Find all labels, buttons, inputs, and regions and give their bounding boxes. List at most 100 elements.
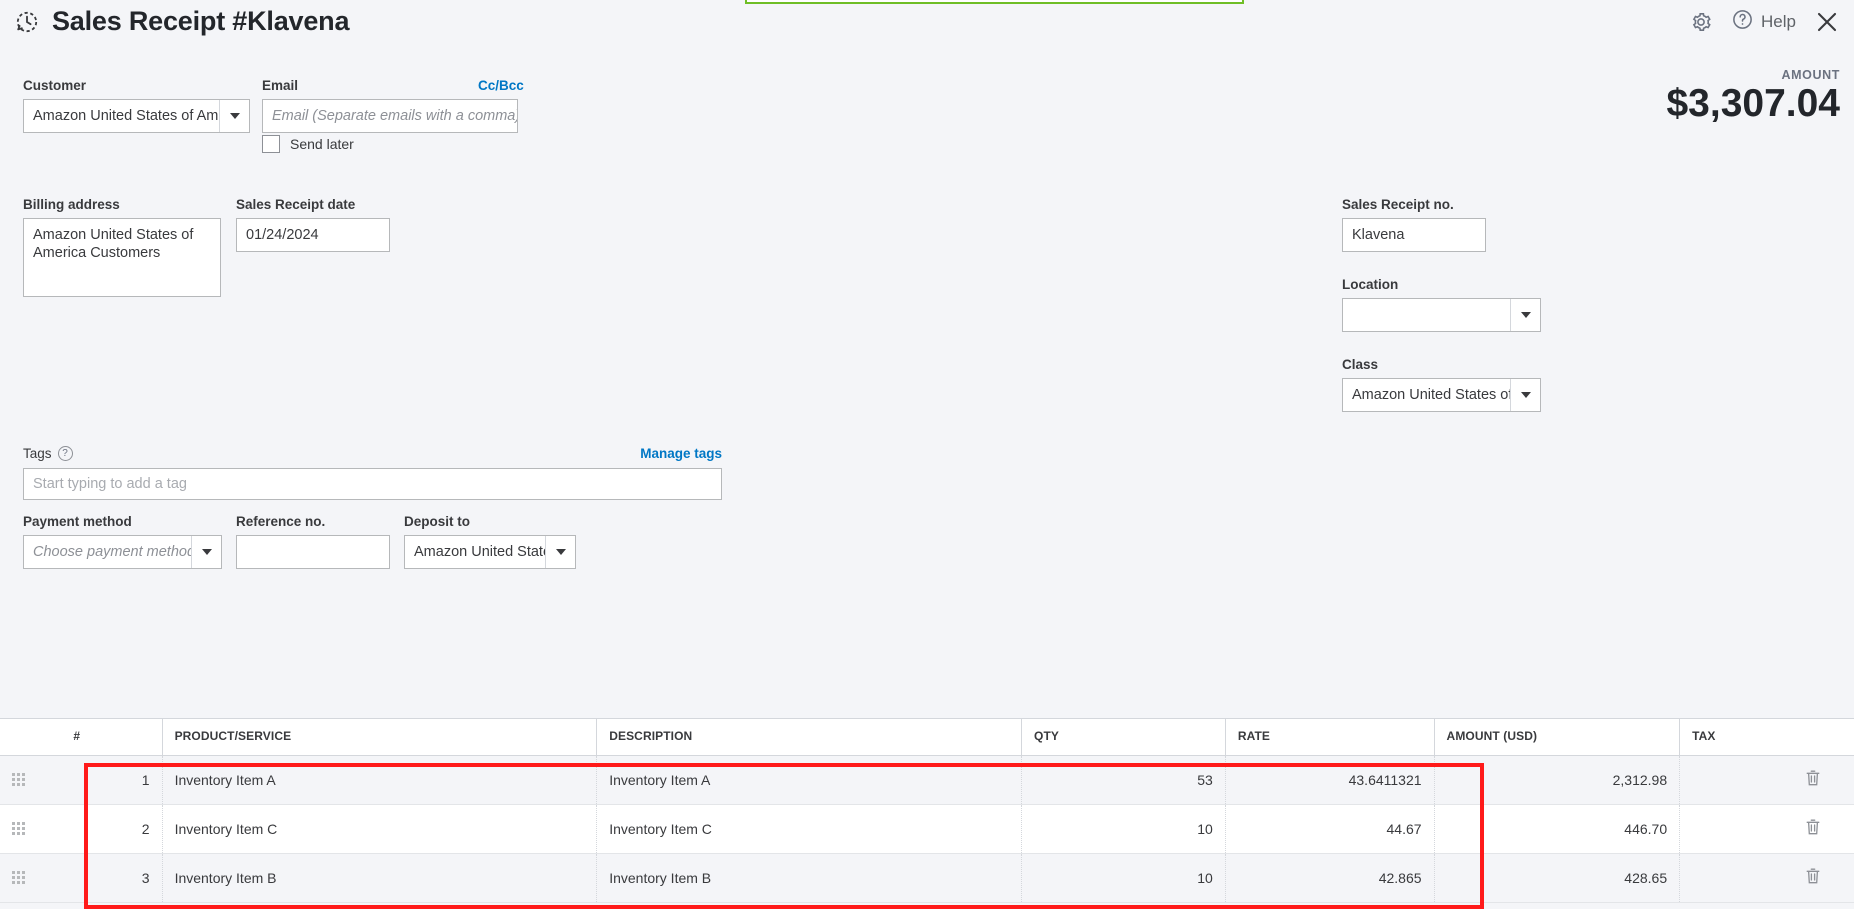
chevron-down-icon[interactable] (545, 536, 575, 568)
cell-amount[interactable]: 446.70 (1434, 804, 1681, 854)
sales-receipt-page: Sales Receipt #Klavena Help AMOUNT $3,30… (0, 0, 1854, 909)
line-items-table: # PRODUCT/SERVICE DESCRIPTION QTY RATE A… (0, 718, 1854, 903)
col-amount: AMOUNT (USD) (1433, 719, 1680, 756)
chevron-down-icon[interactable] (1510, 299, 1540, 331)
cell-num: 3 (61, 853, 163, 903)
payment-method-select[interactable]: Choose payment method (23, 535, 222, 569)
question-mark-icon[interactable]: ? (57, 446, 73, 461)
send-later-row: Send later (262, 135, 354, 153)
drag-handle-icon[interactable] (12, 773, 25, 786)
chevron-down-icon[interactable] (219, 100, 249, 132)
manage-tags-link[interactable]: Manage tags (640, 446, 722, 461)
tags-label-group: Tags ? (23, 446, 73, 461)
page-title: Sales Receipt #Klavena (52, 6, 350, 36)
cell-num: 1 (61, 755, 163, 805)
tags-header: Tags ? Manage tags (23, 446, 722, 461)
tags-label: Tags (23, 446, 52, 461)
send-later-label: Send later (290, 136, 354, 152)
trash-icon[interactable] (1805, 867, 1821, 888)
cell-tax[interactable] (1679, 804, 1773, 854)
reference-no-field: Reference no. (236, 514, 390, 569)
cell-num: 2 (61, 804, 163, 854)
cell-rate[interactable]: 44.67 (1225, 804, 1435, 854)
table-row[interactable]: 1 Inventory Item A Inventory Item A 53 43.64… (0, 755, 1854, 805)
table-row[interactable]: 3 Inventory Item B Inventory Item B 10 42.86… (0, 853, 1854, 903)
cell-description[interactable]: Inventory Item C (596, 804, 1023, 854)
receipt-form: Customer Amazon United States of America… (0, 56, 1854, 718)
recurring-clock-icon (14, 9, 40, 35)
location-label: Location (1342, 277, 1399, 292)
row-delete-cell[interactable] (1772, 755, 1854, 805)
row-drag-cell[interactable] (0, 853, 62, 903)
billing-address-field: Billing address Amazon United States of … (23, 197, 221, 297)
cell-rate[interactable]: 42.865 (1225, 853, 1435, 903)
col-product: PRODUCT/SERVICE (161, 719, 597, 756)
receipt-no-input[interactable]: Klavena (1342, 218, 1486, 252)
table-row[interactable]: 2 Inventory Item C Inventory Item C 10 44.67… (0, 804, 1854, 854)
trash-icon[interactable] (1805, 769, 1821, 790)
row-delete-cell[interactable] (1772, 804, 1854, 854)
cell-description[interactable]: Inventory Item B (596, 853, 1023, 903)
class-value: Amazon United States of Am (1352, 387, 1510, 403)
drag-handle-icon[interactable] (12, 871, 25, 884)
location-select[interactable] (1342, 298, 1541, 332)
cell-qty[interactable]: 10 (1021, 804, 1226, 854)
cell-product[interactable]: Inventory Item B (162, 853, 598, 903)
receipt-date-label: Sales Receipt date (236, 197, 356, 212)
email-input[interactable]: Email (Separate emails with a comma) (262, 99, 518, 133)
customer-select[interactable]: Amazon United States of America (23, 99, 250, 133)
customer-field: Customer Amazon United States of America (23, 78, 250, 133)
send-later-checkbox[interactable] (262, 135, 280, 153)
receipt-date-input[interactable]: 01/24/2024 (236, 218, 390, 252)
cell-amount[interactable]: 428.65 (1434, 853, 1681, 903)
cell-product[interactable]: Inventory Item A (162, 755, 598, 805)
deposit-to-select[interactable]: Amazon United States o (404, 535, 576, 569)
class-select[interactable]: Amazon United States of Am (1342, 378, 1541, 412)
deposit-to-label: Deposit to (404, 514, 470, 529)
cell-tax[interactable] (1679, 853, 1773, 903)
cell-amount[interactable]: 2,312.98 (1434, 755, 1681, 805)
col-num: # (61, 719, 163, 756)
location-value (1343, 299, 1510, 331)
table-header-row: # PRODUCT/SERVICE DESCRIPTION QTY RATE A… (0, 719, 1854, 756)
col-handle (0, 719, 62, 756)
cell-product[interactable]: Inventory Item C (162, 804, 598, 854)
tags-input[interactable]: Start typing to add a tag (23, 468, 722, 500)
row-drag-cell[interactable] (0, 755, 62, 805)
header-actions: Help (1689, 8, 1840, 36)
gear-icon[interactable] (1689, 10, 1713, 34)
billing-address-input[interactable]: Amazon United States of America Customer… (23, 218, 221, 297)
col-rate: RATE (1224, 719, 1435, 756)
help-label: Help (1761, 12, 1796, 31)
page-header: Sales Receipt #Klavena Help (0, 0, 1854, 56)
drag-handle-icon[interactable] (12, 822, 25, 835)
customer-value: Amazon United States of America (33, 108, 219, 124)
reference-no-label: Reference no. (236, 514, 326, 529)
payment-method-value: Choose payment method (33, 544, 191, 560)
class-label: Class (1342, 357, 1379, 372)
payment-method-label: Payment method (23, 514, 132, 529)
cc-bcc-link[interactable]: Cc/Bcc (478, 78, 524, 93)
receipt-date-field: Sales Receipt date 01/24/2024 (236, 197, 390, 252)
receipt-no-field: Sales Receipt no. Klavena (1342, 197, 1486, 252)
col-description: DESCRIPTION (596, 719, 1022, 756)
cell-rate[interactable]: 43.6411321 (1225, 755, 1435, 805)
cell-qty[interactable]: 53 (1021, 755, 1226, 805)
close-icon[interactable] (1814, 9, 1840, 35)
cell-description[interactable]: Inventory Item A (596, 755, 1023, 805)
col-qty: QTY (1021, 719, 1226, 756)
reference-no-input[interactable] (236, 535, 390, 569)
trash-icon[interactable] (1805, 818, 1821, 839)
chevron-down-icon[interactable] (191, 536, 221, 568)
billing-address-label: Billing address (23, 197, 120, 212)
cell-tax[interactable] (1679, 755, 1773, 805)
row-drag-cell[interactable] (0, 804, 62, 854)
location-field: Location (1342, 277, 1541, 332)
cell-qty[interactable]: 10 (1021, 853, 1226, 903)
deposit-to-value: Amazon United States o (414, 544, 545, 560)
chevron-down-icon[interactable] (1510, 379, 1540, 411)
help-button[interactable]: Help (1731, 8, 1796, 36)
payment-method-field: Payment method Choose payment method (23, 514, 222, 569)
deposit-to-field: Deposit to Amazon United States o (404, 514, 576, 569)
row-delete-cell[interactable] (1772, 853, 1854, 903)
